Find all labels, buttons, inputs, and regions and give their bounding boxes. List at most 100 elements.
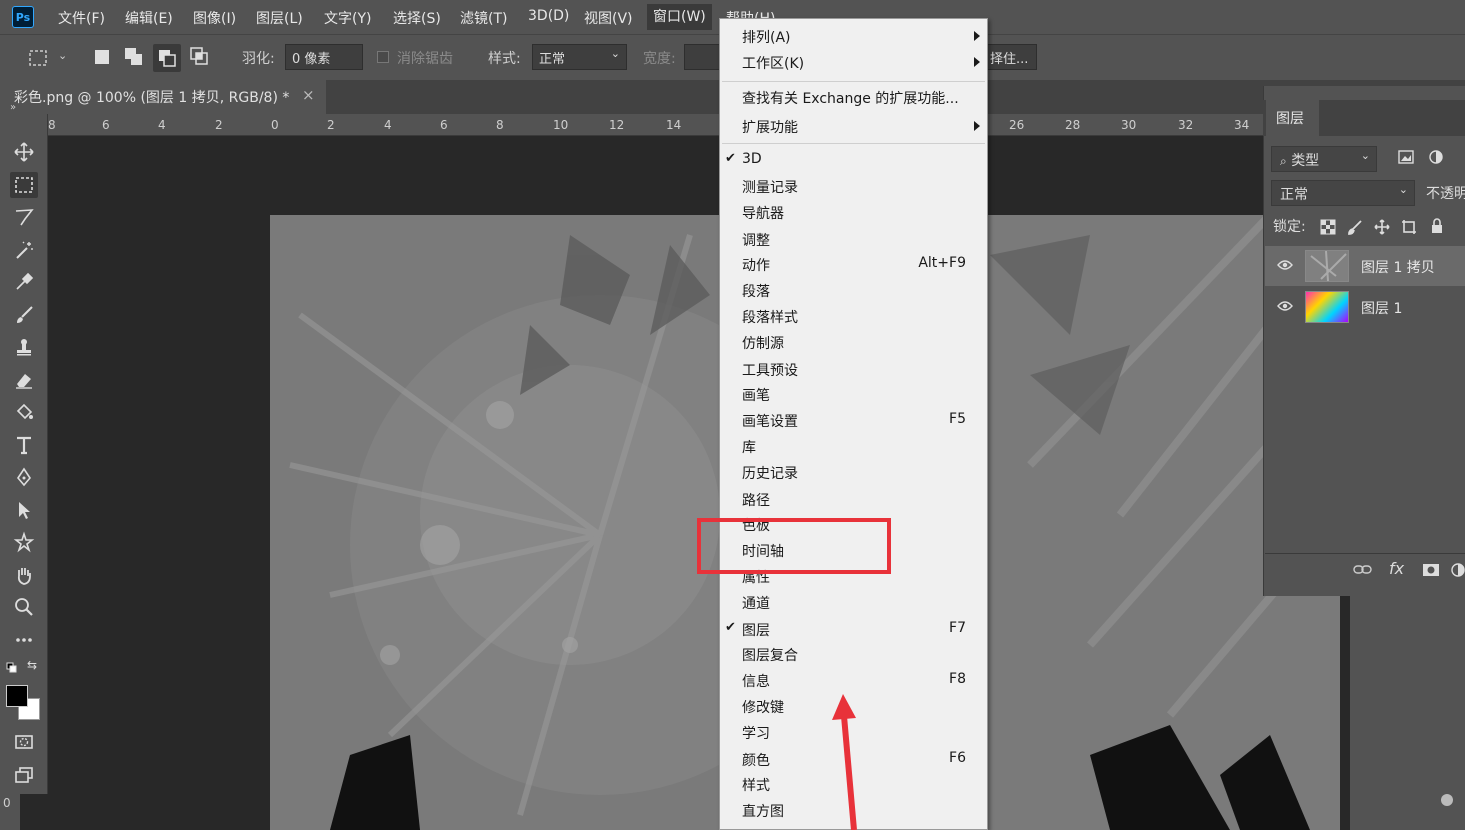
new-selection-icon[interactable] bbox=[94, 49, 110, 65]
blend-mode-value: 正常 bbox=[1280, 187, 1308, 203]
paint-bucket-tool[interactable] bbox=[10, 399, 38, 425]
menu-item-extensions[interactable]: 扩展功能 bbox=[742, 117, 980, 137]
menu-item-paragraph[interactable]: 段落 bbox=[742, 281, 972, 301]
menu-file[interactable]: 文件(F) bbox=[58, 8, 105, 28]
clone-stamp-tool[interactable] bbox=[10, 334, 38, 360]
menu-item-brushes[interactable]: 画笔 bbox=[742, 385, 972, 405]
menu-item-find-exchange[interactable]: 查找有关 Exchange 的扩展功能... bbox=[742, 88, 972, 108]
swap-colors-icon[interactable]: ⇆ bbox=[27, 658, 37, 672]
ruler-tick: 30 bbox=[1121, 118, 1137, 132]
magic-wand-tool[interactable] bbox=[10, 237, 38, 263]
menu-item-tool-presets[interactable]: 工具预设 bbox=[742, 360, 972, 380]
add-mask-icon[interactable] bbox=[1422, 563, 1440, 577]
layer-row-layer-1-copy[interactable]: 图层 1 拷贝 bbox=[1265, 246, 1465, 286]
layer-thumbnail bbox=[1305, 250, 1349, 282]
menu-image[interactable]: 图像(I) bbox=[193, 8, 236, 28]
menu-select[interactable]: 选择(S) bbox=[393, 8, 441, 28]
add-selection-icon[interactable] bbox=[124, 47, 144, 67]
style-select[interactable]: 正常 ⌄ bbox=[532, 44, 627, 70]
default-colors-icon[interactable] bbox=[6, 662, 18, 674]
foreground-color-swatch[interactable] bbox=[6, 685, 28, 707]
image-filter-icon[interactable] bbox=[1398, 150, 1414, 164]
menu-item-clone-source[interactable]: 仿制源 bbox=[742, 333, 972, 353]
eye-icon[interactable] bbox=[1277, 300, 1293, 312]
timeline-highlight-box bbox=[697, 518, 891, 574]
more-icon bbox=[16, 638, 32, 642]
checkmark-icon: ✔ bbox=[725, 151, 736, 166]
menu-window[interactable]: 窗口(W) bbox=[647, 4, 712, 30]
marquee-tool[interactable] bbox=[10, 172, 38, 198]
menu-item-workspace[interactable]: 工作区(K) bbox=[742, 53, 980, 73]
collapse-icon[interactable]: » bbox=[10, 102, 16, 113]
menu-item-navigator[interactable]: 导航器 bbox=[742, 203, 972, 223]
blend-mode-select[interactable]: 正常 ⌄ bbox=[1271, 180, 1415, 206]
link-layers-icon[interactable] bbox=[1353, 564, 1373, 576]
brush-tool[interactable] bbox=[10, 302, 38, 328]
layers-panel-footer: fx bbox=[1265, 553, 1465, 587]
shape-tool[interactable] bbox=[10, 529, 38, 555]
layer-thumbnail-image bbox=[1306, 250, 1348, 282]
menu-item-info[interactable]: 信息 F8 bbox=[742, 671, 972, 691]
close-icon[interactable]: × bbox=[302, 86, 315, 104]
eyedropper-tool[interactable] bbox=[10, 269, 38, 295]
dock-scroll-handle[interactable] bbox=[1441, 794, 1453, 806]
menu-item-layers[interactable]: ✔ 图层 F7 bbox=[725, 620, 972, 640]
pen-tool[interactable] bbox=[10, 464, 38, 490]
ruler-tick: 8 bbox=[48, 118, 56, 132]
eye-icon[interactable] bbox=[1277, 259, 1293, 271]
path-selection-tool[interactable] bbox=[10, 497, 38, 523]
lock-pixels-icon[interactable] bbox=[1347, 219, 1363, 235]
menu-3d[interactable]: 3D(D) bbox=[528, 8, 569, 24]
width-input[interactable] bbox=[684, 44, 720, 70]
move-tool[interactable] bbox=[10, 139, 38, 165]
quick-mask-button[interactable] bbox=[10, 729, 38, 755]
layer-style-fx-icon[interactable]: fx bbox=[1389, 559, 1404, 578]
layer-row-layer-1[interactable]: 图层 1 bbox=[1265, 287, 1465, 327]
lock-transparent-icon[interactable] bbox=[1320, 219, 1336, 235]
menu-item-3d[interactable]: ✔ 3D bbox=[725, 151, 972, 167]
adjustment-layer-icon[interactable] bbox=[1451, 563, 1465, 577]
marquee-tool-icon[interactable] bbox=[28, 49, 50, 67]
lock-all-icon[interactable] bbox=[1430, 218, 1444, 234]
intersect-selection-icon[interactable] bbox=[190, 47, 210, 67]
zoom-tool[interactable] bbox=[10, 594, 38, 620]
screen-mode-button[interactable] bbox=[10, 762, 38, 788]
feather-input[interactable]: 0 像素 bbox=[285, 44, 363, 70]
menu-item-layer-comps[interactable]: 图层复合 bbox=[742, 645, 972, 665]
paint-bucket-icon bbox=[16, 403, 33, 420]
menu-filter[interactable]: 滤镜(T) bbox=[460, 8, 507, 28]
menu-item-actions[interactable]: 动作 Alt+F9 bbox=[742, 255, 972, 275]
tool-preset-chevron-icon[interactable]: ⌄ bbox=[58, 49, 67, 62]
tab-layers[interactable]: 图层 bbox=[1266, 100, 1319, 136]
menu-item-arrange[interactable]: 排列(A) bbox=[742, 27, 980, 47]
lock-label: 锁定: bbox=[1273, 219, 1306, 235]
menu-type[interactable]: 文字(Y) bbox=[324, 8, 371, 28]
eraser-tool[interactable] bbox=[10, 367, 38, 393]
menu-item-brush-settings[interactable]: 画笔设置 F5 bbox=[742, 411, 972, 431]
menu-item-label: 修改键 bbox=[742, 700, 784, 716]
hand-tool[interactable] bbox=[10, 562, 38, 588]
more-tools[interactable] bbox=[10, 627, 38, 653]
layer-filter-select[interactable]: ⌕ 类型 ⌄ bbox=[1271, 146, 1377, 172]
antialias-checkbox[interactable] bbox=[377, 51, 389, 63]
menu-item-label: 段落 bbox=[742, 284, 770, 300]
opacity-label: 不透明 bbox=[1426, 186, 1465, 202]
menu-layer[interactable]: 图层(L) bbox=[256, 8, 303, 28]
menu-item-label: 库 bbox=[742, 440, 756, 456]
lasso-tool[interactable] bbox=[10, 204, 38, 230]
adjustment-filter-icon[interactable] bbox=[1428, 149, 1444, 165]
lock-artboard-icon[interactable] bbox=[1401, 219, 1417, 235]
menu-item-channels[interactable]: 通道 bbox=[742, 593, 972, 613]
lock-position-icon[interactable] bbox=[1374, 219, 1390, 235]
subtract-selection-button[interactable] bbox=[153, 44, 181, 72]
menu-edit[interactable]: 编辑(E) bbox=[125, 8, 173, 28]
menu-item-measurement-log[interactable]: 测量记录 bbox=[742, 177, 972, 197]
type-tool[interactable] bbox=[10, 432, 38, 458]
menu-item-paragraph-styles[interactable]: 段落样式 bbox=[742, 307, 972, 327]
ruler-tick: 0 bbox=[271, 118, 279, 132]
menu-item-paths[interactable]: 路径 bbox=[742, 490, 972, 510]
menu-item-adjustments[interactable]: 调整 bbox=[742, 230, 972, 250]
menu-view[interactable]: 视图(V) bbox=[584, 8, 633, 28]
menu-item-libraries[interactable]: 库 bbox=[742, 437, 972, 457]
menu-item-history[interactable]: 历史记录 bbox=[742, 463, 972, 483]
